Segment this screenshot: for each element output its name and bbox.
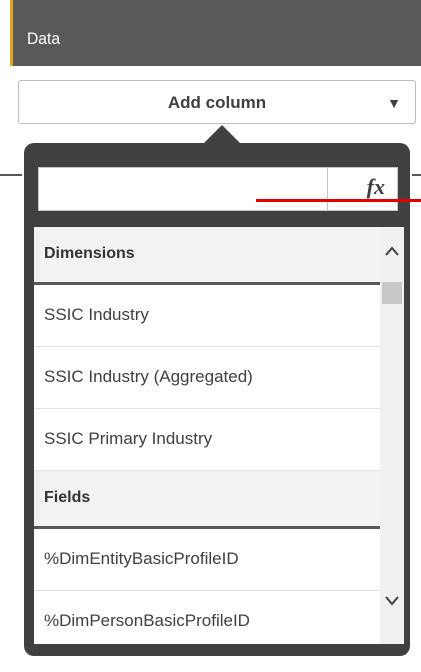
- list-item[interactable]: %DimEntityBasicProfileID: [34, 529, 380, 591]
- list-item[interactable]: SSIC Primary Industry: [34, 409, 380, 471]
- group-header-label: Fields: [44, 489, 91, 506]
- caret-down-icon: ▼: [387, 95, 401, 111]
- expression-button[interactable]: fx: [327, 168, 397, 210]
- chevron-up-icon[interactable]: [380, 245, 404, 269]
- group-header-fields: Fields: [34, 471, 380, 529]
- data-section-header[interactable]: Data: [10, 0, 421, 66]
- list-item-label: SSIC Primary Industry: [44, 429, 213, 448]
- list-item[interactable]: SSIC Industry (Aggregated): [34, 347, 380, 409]
- field-list-panel: Dimensions SSIC Industry SSIC Industry (…: [34, 227, 404, 644]
- search-box: fx: [38, 167, 398, 211]
- list-item-label: %DimPersonBasicProfileID: [44, 611, 250, 630]
- data-section-title: Data: [27, 29, 61, 48]
- list-item[interactable]: SSIC Industry: [34, 285, 380, 347]
- background-divider-right: [412, 174, 421, 176]
- add-column-label: Add column: [167, 93, 267, 112]
- list-item-label: SSIC Industry (Aggregated): [44, 367, 253, 386]
- list-item-label: %DimEntityBasicProfileID: [44, 549, 239, 568]
- scrollbar[interactable]: [380, 227, 404, 644]
- chevron-down-icon[interactable]: [380, 595, 404, 619]
- background-divider-left: [0, 174, 22, 176]
- search-input[interactable]: [39, 168, 327, 210]
- list-item-label: SSIC Industry: [44, 305, 149, 324]
- list-item[interactable]: %DimPersonBasicProfileID: [34, 591, 380, 644]
- field-list: Dimensions SSIC Industry SSIC Industry (…: [34, 227, 380, 644]
- scrollbar-thumb[interactable]: [382, 282, 402, 304]
- group-header-dimensions: Dimensions: [34, 227, 380, 285]
- popover-arrow: [202, 125, 242, 145]
- page: Data Add column ▼ fx Dimensions SSIC Ind…: [0, 0, 421, 672]
- add-column-button[interactable]: Add column ▼: [18, 80, 416, 124]
- add-column-popover: fx Dimensions SSIC Industry SSIC Industr…: [24, 143, 410, 656]
- group-header-label: Dimensions: [44, 245, 135, 262]
- fx-icon: fx: [366, 174, 385, 199]
- annotation-red-line: [256, 199, 421, 202]
